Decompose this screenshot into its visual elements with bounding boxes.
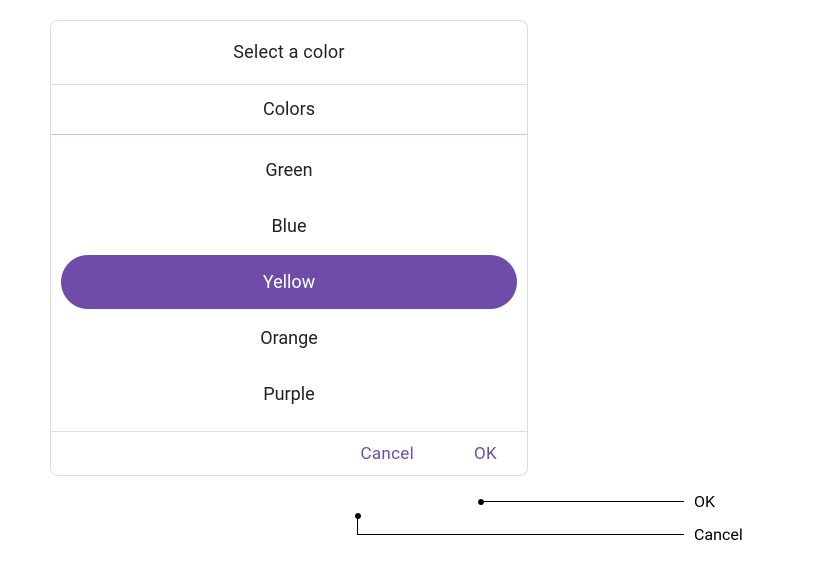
option-green[interactable]: Green [61,143,517,197]
options-list: Green Blue Yellow Orange Purple [51,135,527,431]
color-picker-dialog: Select a color Colors Green Blue Yellow … [50,20,528,476]
option-blue[interactable]: Blue [61,199,517,253]
cancel-button[interactable]: Cancel [354,440,420,468]
dialog-actions: Cancel OK [51,431,527,475]
annotation-ok-dot [478,499,484,505]
annotation-cancel-dot [355,513,361,519]
dialog-subtitle: Colors [51,85,527,135]
annotation-ok-line [484,501,684,502]
annotation-ok-label: OK [694,492,715,511]
annotation-cancel-label: Cancel [694,525,743,544]
dialog-title: Select a color [51,21,527,85]
option-orange[interactable]: Orange [61,311,517,365]
ok-button[interactable]: OK [468,440,503,468]
option-purple[interactable]: Purple [61,367,517,421]
annotation-cancel-hline [357,534,684,535]
option-yellow[interactable]: Yellow [61,255,517,309]
annotation-cancel-vline [357,516,358,534]
